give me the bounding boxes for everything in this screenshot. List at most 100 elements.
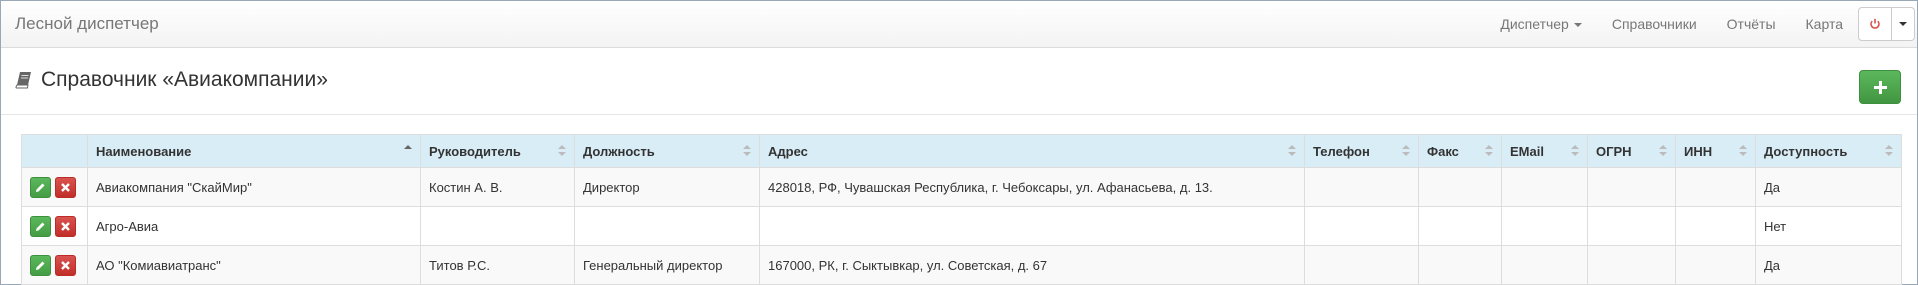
cell-address: 428018, РФ, Чувашская Республика, г. Чеб… <box>759 167 1305 207</box>
column-header-name[interactable]: Наименование <box>87 134 421 168</box>
pencil-icon <box>36 261 45 270</box>
column-label: Факс <box>1427 143 1459 159</box>
column-header-ogrn[interactable]: ОГРН <box>1587 134 1676 168</box>
cell-name: АО "Комиавиатранс" <box>87 245 421 285</box>
nav-reports[interactable]: Отчёты <box>1712 16 1791 32</box>
app-brand[interactable]: Лесной диспетчер <box>15 14 159 34</box>
airlines-table: Наименование Руководитель Должность Адре… <box>21 134 1902 285</box>
cell-email <box>1501 206 1588 246</box>
cell-position <box>574 206 760 246</box>
column-header-head[interactable]: Руководитель <box>420 134 575 168</box>
cell-name: Авиакомпания "СкайМир" <box>87 167 421 207</box>
column-header-fax[interactable]: Факс <box>1418 134 1502 168</box>
page-header: Справочник «Авиакомпании» <box>1 48 1917 115</box>
sort-icon <box>1288 145 1296 157</box>
cell-address <box>759 206 1305 246</box>
sort-icon <box>1885 145 1893 157</box>
cell-email <box>1501 167 1588 207</box>
cell-position: Директор <box>574 167 760 207</box>
column-label: Руководитель <box>429 143 521 159</box>
sort-icon <box>1659 145 1667 157</box>
cell-name: Агро-Авиа <box>87 206 421 246</box>
add-record-button[interactable] <box>1859 70 1901 104</box>
actions-column-header <box>21 134 88 168</box>
cell-availability: Нет <box>1755 206 1902 246</box>
sort-asc-icon <box>404 145 412 157</box>
edit-button[interactable] <box>30 215 51 237</box>
column-header-address[interactable]: Адрес <box>759 134 1305 168</box>
cell-position: Генеральный директор <box>574 245 760 285</box>
cell-phone <box>1304 245 1419 285</box>
cell-phone <box>1304 167 1419 207</box>
nav-map[interactable]: Карта <box>1791 16 1858 32</box>
page-title-text: Справочник «Авиакомпании» <box>41 68 328 91</box>
close-icon <box>61 221 70 231</box>
cell-address: 167000, РК, г. Сыктывкар, ул. Советская,… <box>759 245 1305 285</box>
sort-icon <box>558 145 566 157</box>
power-button-group <box>1858 7 1915 41</box>
table-row: Авиакомпания "СкайМир" Костин А. В. Дире… <box>21 167 1902 207</box>
chevron-down-icon <box>1573 23 1582 28</box>
column-label: Доступность <box>1764 143 1848 159</box>
column-label: Наименование <box>96 143 192 159</box>
logout-button[interactable] <box>1858 7 1892 41</box>
column-header-phone[interactable]: Телефон <box>1304 134 1419 168</box>
column-header-position[interactable]: Должность <box>574 134 760 168</box>
sort-icon <box>743 145 751 157</box>
column-header-inn[interactable]: ИНН <box>1675 134 1756 168</box>
column-label: Телефон <box>1313 143 1370 159</box>
cell-phone <box>1304 206 1419 246</box>
table-header-row: Наименование Руководитель Должность Адре… <box>21 134 1902 168</box>
column-header-email[interactable]: EMail <box>1501 134 1588 168</box>
pencil-icon <box>36 183 45 192</box>
user-menu-toggle[interactable] <box>1892 7 1915 41</box>
power-icon <box>1870 18 1880 29</box>
cell-fax <box>1418 167 1502 207</box>
table-row: АО "Комиавиатранс" Титов Р.С. Генеральны… <box>21 245 1902 285</box>
close-icon <box>61 260 70 270</box>
column-header-availability[interactable]: Доступность <box>1755 134 1902 168</box>
cell-inn <box>1675 245 1756 285</box>
cell-inn <box>1675 167 1756 207</box>
edit-button[interactable] <box>30 176 51 198</box>
navbar-menu: Диспетчер Справочники Отчёты Карта <box>1485 7 1915 41</box>
row-actions <box>21 167 88 207</box>
delete-button[interactable] <box>55 254 76 276</box>
cell-inn <box>1675 206 1756 246</box>
top-navbar: Лесной диспетчер Диспетчер Справочники О… <box>1 1 1917 48</box>
row-actions <box>21 206 88 246</box>
cell-ogrn <box>1587 167 1676 207</box>
sort-icon <box>1485 145 1493 157</box>
plus-icon <box>1873 80 1887 94</box>
page-title: Справочник «Авиакомпании» <box>15 68 328 92</box>
cell-availability: Да <box>1755 245 1902 285</box>
close-icon <box>61 182 70 192</box>
cell-fax <box>1418 206 1502 246</box>
cell-head: Титов Р.С. <box>420 245 575 285</box>
cell-ogrn <box>1587 245 1676 285</box>
column-label: Должность <box>583 143 655 159</box>
cell-head: Костин А. В. <box>420 167 575 207</box>
cell-fax <box>1418 245 1502 285</box>
cell-ogrn <box>1587 206 1676 246</box>
nav-references[interactable]: Справочники <box>1597 16 1712 32</box>
cell-email <box>1501 245 1588 285</box>
column-label: ИНН <box>1684 143 1713 159</box>
row-actions <box>21 245 88 285</box>
sort-icon <box>1571 145 1579 157</box>
nav-dispatcher-label: Диспетчер <box>1500 16 1569 32</box>
table-row: Агро-Авиа Нет <box>21 206 1902 246</box>
book-icon <box>15 71 33 89</box>
cell-availability: Да <box>1755 167 1902 207</box>
sort-icon <box>1739 145 1747 157</box>
delete-button[interactable] <box>55 176 76 198</box>
sort-icon <box>1402 145 1410 157</box>
column-label: Адрес <box>768 143 808 159</box>
cell-head <box>420 206 575 246</box>
nav-dispatcher[interactable]: Диспетчер <box>1485 16 1596 32</box>
edit-button[interactable] <box>30 254 51 276</box>
column-label: EMail <box>1510 143 1544 159</box>
pencil-icon <box>36 222 45 231</box>
delete-button[interactable] <box>55 215 76 237</box>
chevron-down-icon <box>1899 22 1907 26</box>
